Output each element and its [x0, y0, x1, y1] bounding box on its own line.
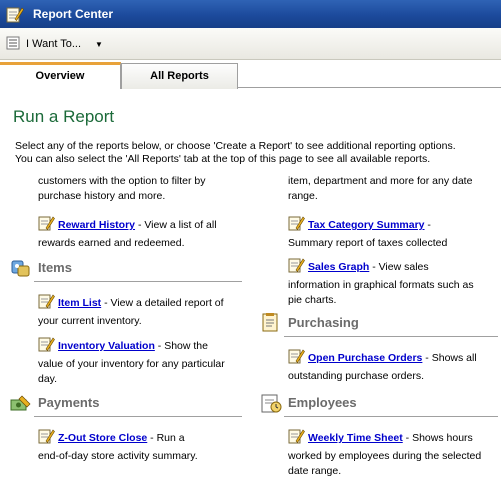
report-entry-z-out-store-close: Z-Out Store Close - Run a end-of-day sto…: [38, 428, 198, 464]
toolbar: I Want To... ▼: [0, 28, 501, 60]
report-entry-inventory-valuation: Inventory Valuation - Show the value of …: [38, 336, 225, 387]
purchasing-icon: [260, 312, 282, 337]
description-text: - Show the: [154, 340, 208, 352]
description-text: Summary report of taxes collected: [288, 237, 448, 249]
description-text: date range.: [288, 465, 342, 477]
section-divider: [34, 281, 242, 282]
description-text: value of your inventory for any particul…: [38, 358, 225, 370]
description-text: information in graphical formats such as: [288, 279, 474, 291]
open-purchase-orders-link[interactable]: Open Purchase Orders: [308, 352, 422, 364]
section-title: Purchasing: [288, 315, 359, 330]
section-divider: [284, 416, 498, 417]
section-purchasing: Purchasing: [260, 312, 500, 338]
report-pencil-icon: [6, 5, 24, 26]
page-title: Run a Report: [13, 107, 115, 126]
weekly-time-sheet-link[interactable]: Weekly Time Sheet: [308, 432, 403, 444]
report-pencil-icon: [288, 428, 305, 449]
reward-history-link[interactable]: Reward History: [58, 219, 135, 231]
description-text: rewards earned and redeemed.: [38, 237, 185, 249]
section-divider: [284, 336, 498, 337]
section-title: Items: [38, 260, 72, 275]
i-want-to-label: I Want To...: [26, 38, 82, 50]
report-pencil-icon: [38, 215, 55, 236]
report-entry-sales-graph: Sales Graph - View sales information in …: [288, 257, 474, 308]
sales-report-description: item, department and more for any date r…: [288, 174, 472, 204]
customer-report-description: customers with the option to filter by p…: [38, 174, 206, 204]
description-text: worked by employees during the selected: [288, 450, 482, 462]
sales-graph-link[interactable]: Sales Graph: [308, 261, 369, 273]
report-entry-reward-history: Reward History - View a list of all rewa…: [38, 215, 217, 251]
i-want-to-menu-button[interactable]: I Want To... ▼: [6, 36, 103, 52]
section-payments: Payments: [10, 392, 246, 418]
report-pencil-icon: [38, 428, 55, 449]
intro-line-1: Select any of the reports below, or choo…: [15, 140, 456, 152]
description-text: - View a list of all: [135, 219, 217, 231]
description-line: item, department and more for any date: [288, 175, 473, 187]
z-out-store-close-link[interactable]: Z-Out Store Close: [58, 432, 147, 444]
section-title: Employees: [288, 395, 357, 410]
inventory-valuation-link[interactable]: Inventory Valuation: [58, 340, 155, 352]
description-text: -: [424, 219, 431, 231]
description-text: pie charts.: [288, 294, 337, 306]
report-pencil-icon: [288, 215, 305, 236]
report-entry-tax-category-summary: Tax Category Summary - Summary report of…: [288, 215, 447, 251]
section-employees: Employees: [260, 392, 500, 418]
intro-text: Select any of the reports below, or choo…: [15, 140, 499, 166]
description-text: - Shows all: [422, 352, 477, 364]
employees-icon: [260, 392, 282, 417]
tab-overview[interactable]: Overview: [0, 62, 121, 89]
tab-strip: Overview All Reports: [0, 60, 501, 89]
description-line: customers with the option to filter by: [38, 175, 206, 187]
section-divider: [34, 416, 242, 417]
section-title: Payments: [38, 395, 100, 410]
description-line: purchase history and more.: [38, 190, 166, 202]
intro-line-2: You can also select the 'All Reports' ta…: [15, 153, 431, 165]
section-items: Items: [10, 257, 246, 283]
payments-icon: [10, 392, 32, 417]
description-text: - Shows hours: [402, 432, 473, 444]
report-entry-open-purchase-orders: Open Purchase Orders - Shows all outstan…: [288, 348, 477, 384]
title-bar: Report Center: [0, 0, 501, 28]
report-pencil-icon: [38, 293, 55, 314]
report-pencil-icon: [288, 348, 305, 369]
description-text: day.: [38, 373, 58, 385]
description-text: - View sales: [369, 261, 429, 273]
report-pencil-icon: [38, 336, 55, 357]
description-text: end-of-day store activity summary.: [38, 450, 198, 462]
report-entry-item-list: Item List - View a detailed report of yo…: [38, 293, 224, 329]
report-entry-weekly-time-sheet: Weekly Time Sheet - Shows hours worked b…: [288, 428, 481, 477]
description-text: your current inventory.: [38, 315, 142, 327]
description-text: - Run a: [147, 432, 185, 444]
chevron-down-icon: ▼: [95, 39, 103, 49]
report-pencil-icon: [288, 257, 305, 278]
window-title: Report Center: [33, 7, 114, 21]
tax-category-summary-link[interactable]: Tax Category Summary: [308, 219, 425, 231]
description-line: range.: [288, 190, 318, 202]
tab-all-reports[interactable]: All Reports: [121, 63, 238, 89]
items-icon: [10, 257, 32, 282]
item-list-link[interactable]: Item List: [58, 297, 101, 309]
list-menu-icon: [6, 36, 20, 53]
description-text: - View a detailed report of: [101, 297, 224, 309]
description-text: outstanding purchase orders.: [288, 370, 425, 382]
